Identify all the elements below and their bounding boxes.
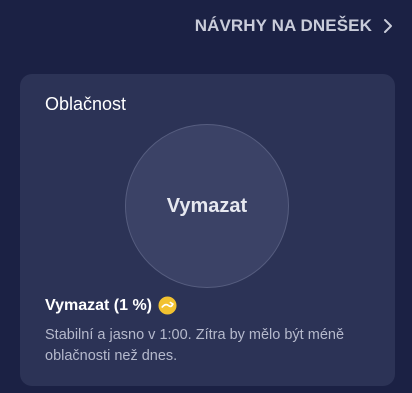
trend-steady-icon [158, 296, 177, 315]
cloudiness-gauge: Vymazat [125, 124, 289, 288]
gauge-label: Vymazat [166, 194, 248, 217]
card-title: Oblačnost [45, 94, 127, 114]
cloudiness-description: Stabilní a jasno v 1:00. Zítra by mělo b… [45, 327, 345, 364]
cloudiness-summary: Vymazat (1 %) [45, 296, 177, 315]
chevron-right-icon [384, 19, 392, 33]
suggestions-today-link[interactable]: NÁVRHY NA DNEŠEK [195, 14, 396, 38]
summary-text: Vymazat (1 %) [45, 296, 152, 314]
suggestions-today-label: NÁVRHY NA DNEŠEK [194, 16, 372, 35]
cloudiness-card: Oblačnost Vymazat Vymazat (1 %) Stabilní… [20, 74, 395, 386]
